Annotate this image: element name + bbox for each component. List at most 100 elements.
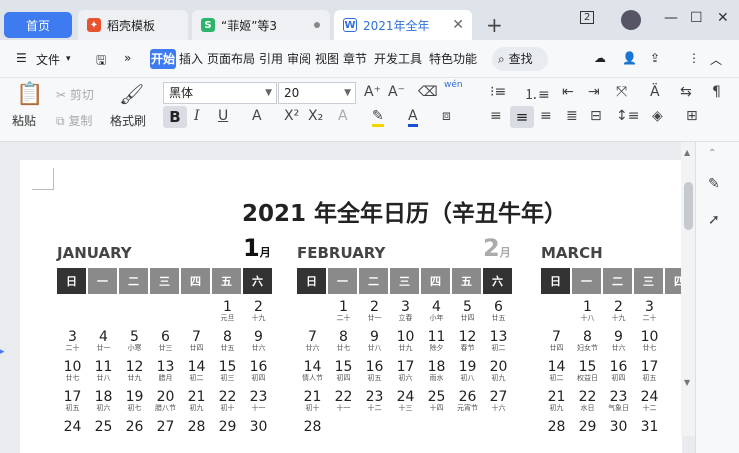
align-left-icon[interactable]: ≡: [490, 108, 502, 124]
month-digit: 2: [483, 234, 500, 262]
collapse-panel-icon[interactable]: ⌃: [708, 148, 716, 159]
day-cell: 12 廿九: [119, 360, 150, 383]
month-digit: 1: [243, 234, 260, 262]
text-effect-icon[interactable]: A: [338, 108, 348, 124]
hamburger-icon[interactable]: ☰: [16, 51, 27, 65]
day-cell: 18 初六: [88, 390, 119, 413]
day-cell: 27: [150, 420, 181, 434]
day-cell: 5 小寒: [119, 330, 150, 353]
cloud-icon[interactable]: ☁: [594, 51, 606, 65]
cut-button[interactable]: ✂ 剪切: [56, 86, 94, 103]
close-tab-icon[interactable]: ✕: [452, 17, 464, 33]
scroll-up-icon[interactable]: ▲: [684, 148, 690, 157]
tab-calendar-doc[interactable]: W 2021年全年 ✕: [334, 10, 472, 40]
paste-button[interactable]: 粘贴: [12, 112, 36, 129]
increase-indent-icon[interactable]: ⇥: [588, 84, 600, 100]
highlight-icon[interactable]: ✎: [372, 108, 384, 127]
paragraph-mark-icon[interactable]: ⇆: [680, 84, 692, 100]
close-window-icon[interactable]: ✕: [717, 10, 729, 26]
shading-icon[interactable]: ◈: [652, 108, 663, 124]
search-button[interactable]: ⌕ 查找: [492, 47, 548, 71]
pinyin-icon[interactable]: wén: [444, 80, 463, 90]
tab-home[interactable]: 首页: [4, 12, 72, 38]
chevron-down-icon[interactable]: ▾: [66, 54, 71, 64]
subscript-button[interactable]: X₂: [308, 108, 323, 124]
window-count-badge[interactable]: 2: [580, 11, 595, 24]
tab-review[interactable]: 审阅: [286, 49, 312, 69]
distribute-icon[interactable]: ⊟: [590, 108, 602, 124]
brush-icon[interactable]: 🖌: [119, 82, 144, 106]
tab-references[interactable]: 引用: [258, 49, 284, 69]
more-options-icon[interactable]: ⋮: [688, 51, 700, 65]
borders-icon[interactable]: ⊞: [686, 108, 698, 124]
day-number: 9: [254, 329, 263, 345]
page-title: 2021 年全年日历（辛丑牛年）: [242, 201, 568, 227]
avatar[interactable]: [621, 10, 641, 30]
show-marks-icon[interactable]: ¶: [712, 84, 721, 100]
align-center-button[interactable]: ≡: [510, 106, 534, 128]
tab-feiji[interactable]: S “菲姬”等3: [192, 10, 330, 40]
save-icon[interactable]: 🖫: [96, 51, 106, 72]
month-block: FEBRUARY 2月日一二三四五六 1 二十 2 廿一 3 立春 4 小年 5 廿四 6 廿五 7 廿六 8 廿…: [297, 232, 523, 453]
more-icon[interactable]: »: [124, 51, 131, 65]
bullet-list-icon[interactable]: ⁝≡: [490, 84, 506, 100]
day-cell: 11 除夕: [421, 330, 452, 353]
day-cell: 30: [243, 420, 274, 434]
align-right-icon[interactable]: ≡: [540, 108, 552, 124]
tab-developer[interactable]: 开发工具: [373, 49, 423, 69]
tab-start[interactable]: 开始: [150, 49, 177, 69]
scroll-down-icon[interactable]: ▼: [684, 378, 690, 387]
superscript-button[interactable]: X²: [284, 108, 299, 124]
format-painter-button[interactable]: 格式刷: [110, 112, 146, 129]
paste-icon[interactable]: 📋: [16, 82, 43, 107]
weekday-label: 一: [88, 268, 117, 294]
document-page[interactable]: 2021 年全年日历（辛丑牛年） JANUARY 1月日一二三四五六 1 元旦 2 十九 3…: [20, 160, 682, 453]
font-size-select[interactable]: 20 ▼: [278, 82, 356, 104]
day-number: 14: [547, 359, 566, 375]
tab-features[interactable]: 特色功能: [428, 49, 478, 69]
tab-bar: 首页 ✦ 稻壳模板 S “菲姬”等3 W 2021年全年 ✕ + 2 — ☐ ✕: [0, 0, 739, 40]
tab-view[interactable]: 视图: [314, 49, 340, 69]
day-cell: 28: [181, 420, 212, 434]
scroll-thumb[interactable]: [684, 182, 693, 230]
bold-button[interactable]: B: [163, 106, 187, 128]
lunar-label: 廿九: [127, 374, 142, 382]
share-icon[interactable]: ⇪: [650, 51, 660, 65]
tab-chapter[interactable]: 章节: [342, 49, 368, 69]
new-tab-icon[interactable]: +: [486, 13, 503, 37]
day-number: 14: [303, 359, 322, 375]
search-label: 查找: [508, 52, 533, 66]
strikethrough-button[interactable]: A: [252, 108, 262, 124]
chinese-layout-icon[interactable]: ⤧: [616, 84, 627, 100]
decrease-font-icon[interactable]: A⁻: [388, 84, 405, 100]
lunar-label: 廿八: [96, 374, 111, 382]
select-cursor-icon[interactable]: ➚: [708, 212, 720, 228]
numbered-list-icon[interactable]: ⒈≡: [524, 84, 550, 104]
tab-docer-templates[interactable]: ✦ 稻壳模板: [78, 10, 188, 40]
user-add-icon[interactable]: 👤: [622, 51, 637, 65]
day-cell: 27 十六: [483, 390, 514, 413]
tab-page-layout[interactable]: 页面布局: [206, 49, 256, 69]
vertical-scrollbar[interactable]: ▲ ▼: [681, 142, 695, 436]
font-family-select[interactable]: 黑体 ▼: [163, 82, 277, 104]
file-menu[interactable]: 文件: [36, 51, 60, 68]
justify-icon[interactable]: ≣: [566, 108, 578, 124]
font-color-icon[interactable]: A: [408, 108, 418, 127]
decrease-indent-icon[interactable]: ⇤: [562, 84, 574, 100]
maximize-icon[interactable]: ☐: [690, 10, 703, 26]
lunar-label: 初二: [491, 344, 506, 352]
minimize-icon[interactable]: —: [664, 10, 678, 26]
tab-insert[interactable]: 插入: [178, 49, 204, 69]
copy-button[interactable]: ⧉ 复制: [56, 112, 92, 129]
underline-button[interactable]: U: [218, 108, 228, 124]
collapse-ribbon-icon[interactable]: ︿: [710, 51, 722, 68]
line-spacing-icon[interactable]: ↕≡: [616, 108, 639, 124]
day-number: 31: [640, 419, 659, 435]
char-border-icon[interactable]: ⧈: [442, 108, 451, 124]
day-cell: 24 十三: [390, 390, 421, 413]
italic-button[interactable]: I: [194, 108, 200, 124]
increase-font-icon[interactable]: A⁺: [364, 84, 381, 100]
clear-format-icon[interactable]: ⌫: [418, 84, 438, 100]
text-direction-icon[interactable]: Ä: [650, 84, 660, 100]
pen-icon[interactable]: ✎: [708, 176, 720, 192]
